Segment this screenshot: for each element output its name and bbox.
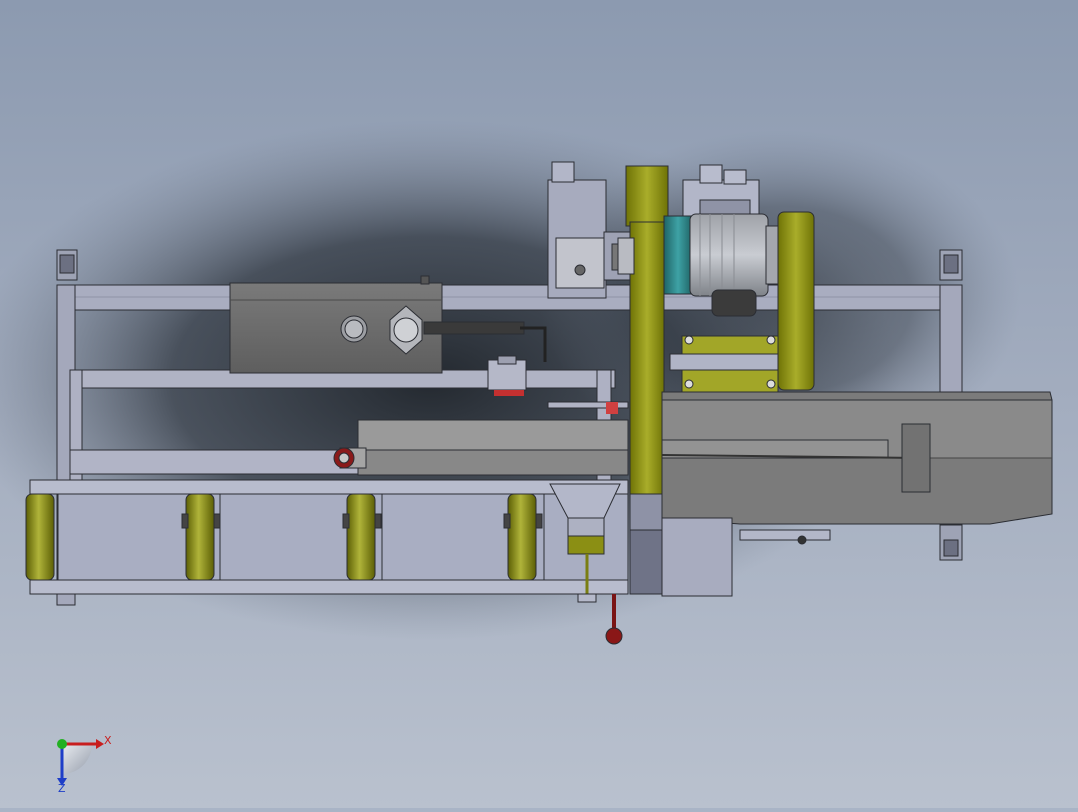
cad-model-view[interactable]: X Z — [0, 0, 1078, 808]
roller-1[interactable] — [25, 493, 55, 581]
motor-flange — [663, 215, 693, 295]
z-axis-label: Z — [58, 782, 66, 795]
roller-4[interactable] — [507, 493, 537, 581]
bearing-block-upper — [681, 335, 779, 357]
frame-right-leg — [939, 284, 963, 396]
hopper-nozzle — [567, 535, 605, 555]
x-axis-label: X — [104, 734, 112, 747]
red-handle[interactable] — [605, 627, 623, 645]
cad-viewport[interactable]: X Z — [0, 0, 1078, 808]
conveyor-bottom-rail — [29, 579, 629, 595]
belt-guard-column — [629, 221, 665, 495]
y-axis-dot — [57, 739, 67, 749]
conveyor-bed — [57, 493, 629, 581]
motor-terminal-box — [711, 289, 757, 317]
roller-3[interactable] — [346, 493, 376, 581]
belt-guard-right — [777, 211, 815, 391]
beam-clamp[interactable] — [901, 423, 931, 493]
bearing-block-lower — [681, 369, 779, 393]
electric-motor[interactable] — [689, 213, 769, 297]
beam-support — [661, 517, 733, 597]
conveyor-top-rail — [29, 479, 629, 495]
roller-2[interactable] — [185, 493, 215, 581]
piston-rod — [423, 321, 525, 335]
belt-guard-top — [625, 165, 669, 227]
gear-pump[interactable] — [555, 237, 605, 289]
